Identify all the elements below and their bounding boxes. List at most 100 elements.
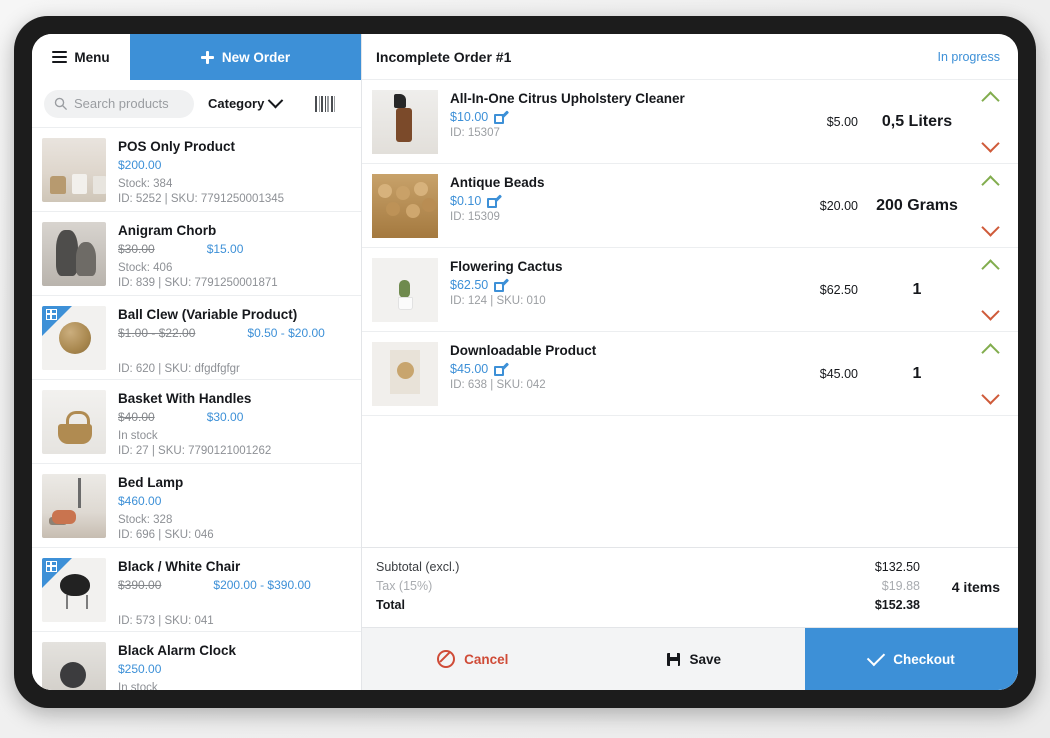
quantity-increase-icon[interactable]	[980, 175, 1000, 194]
order-item-row[interactable]: All-In-One Citrus Upholstery Cleaner $10.…	[362, 80, 1018, 164]
product-name: Ball Clew (Variable Product)	[118, 307, 298, 322]
product-price: $30.00	[206, 410, 244, 424]
quantity-stepper	[976, 258, 1004, 322]
product-stock: Stock: 406	[118, 262, 173, 274]
order-item-line-total: $62.50	[819, 282, 858, 297]
save-button[interactable]: Save	[584, 628, 806, 690]
product-old-price: $1.00 - $22.00	[118, 326, 196, 340]
order-item-price: $0.10	[450, 194, 482, 208]
floppy-disk-icon	[667, 652, 681, 666]
order-item-info: All-In-One Citrus Upholstery Cleaner $10.…	[438, 90, 780, 139]
tax-label: Tax (15%)	[376, 579, 433, 593]
product-list-item[interactable]: Bed Lamp $460.00 Stock: 328 ID: 696 | SKU: …	[32, 464, 361, 548]
order-item-line-total: $20.00	[819, 198, 858, 213]
product-list-item[interactable]: Ball Clew (Variable Product) $1.00 - $22.…	[32, 296, 361, 380]
tax-value: $19.88	[881, 579, 920, 593]
order-item-thumbnail	[372, 258, 438, 322]
product-image	[42, 138, 106, 202]
product-list-item[interactable]: Black Alarm Clock $250.00 In stock	[32, 632, 361, 690]
order-item-row[interactable]: Antique Beads $0.10 ID: 15309 $20.00 200 Gra…	[362, 164, 1018, 248]
order-item-row[interactable]: Flowering Cactus $62.50 ID: 124 | SKU: 010…	[362, 248, 1018, 332]
product-stock: In stock	[118, 430, 158, 442]
order-item-image	[372, 90, 438, 154]
edit-price-icon[interactable]	[494, 361, 510, 376]
quantity-decrease-icon[interactable]	[980, 386, 1000, 405]
menu-button-label: Menu	[74, 49, 110, 65]
order-item-meta: ID: 124 | SKU: 010	[450, 295, 546, 307]
search-box[interactable]	[44, 89, 194, 118]
order-item-image	[372, 258, 438, 322]
cancel-button[interactable]: Cancel	[362, 628, 584, 690]
search-input[interactable]	[74, 96, 184, 111]
quantity-decrease-icon[interactable]	[980, 302, 1000, 321]
product-thumbnail	[42, 138, 106, 202]
hamburger-icon	[52, 51, 68, 63]
product-price-line: $40.00 $30.00	[118, 410, 351, 426]
product-thumbnail	[42, 474, 106, 538]
total-label: Total	[376, 598, 405, 612]
quantity-decrease-icon[interactable]	[980, 134, 1000, 153]
order-item-meta: ID: 15309	[450, 211, 500, 223]
menu-button[interactable]: Menu	[32, 34, 130, 80]
product-list-item[interactable]: Basket With Handles $40.00 $30.00 In stock I…	[32, 380, 361, 464]
product-price-line: $460.00	[118, 494, 351, 510]
order-item-name: All-In-One Citrus Upholstery Cleaner	[450, 91, 685, 106]
product-name: Bed Lamp	[118, 475, 184, 490]
product-thumbnail	[42, 222, 106, 286]
quantity-increase-icon[interactable]	[980, 343, 1000, 362]
product-price-line: $390.00 $200.00 - $390.00	[118, 578, 351, 594]
ban-icon	[437, 650, 456, 668]
order-item-price: $45.00	[450, 362, 489, 376]
order-item-name: Antique Beads	[450, 175, 545, 190]
product-image	[42, 390, 106, 454]
tax-row: Tax (15%) $19.88	[376, 577, 920, 596]
order-item-list: All-In-One Citrus Upholstery Cleaner $10.…	[362, 80, 1018, 547]
order-item-quantity: 200 Grams	[876, 196, 958, 214]
product-old-price: $390.00	[118, 578, 162, 592]
order-item-quantity: 1	[912, 364, 922, 382]
product-old-price: $40.00	[118, 410, 155, 424]
edit-price-icon[interactable]	[494, 277, 510, 292]
edit-price-icon[interactable]	[487, 193, 503, 208]
product-price-line: $250.00	[118, 662, 351, 678]
order-item-price-row: $45.00	[450, 361, 780, 376]
product-thumbnail	[42, 558, 106, 622]
total-row: Total $152.38	[376, 596, 920, 615]
edit-price-icon[interactable]	[494, 109, 510, 124]
category-filter-button[interactable]: Category	[208, 92, 284, 111]
category-filter-label: Category	[208, 96, 265, 111]
order-title: Incomplete Order #1	[376, 48, 512, 65]
order-status-badge[interactable]: In progress	[937, 50, 1000, 64]
order-item-price: $62.50	[450, 278, 489, 292]
quantity-increase-icon[interactable]	[980, 91, 1000, 110]
quantity-decrease-icon[interactable]	[980, 218, 1000, 237]
product-search-row: Category	[32, 80, 361, 128]
order-item-image	[372, 174, 438, 238]
product-list-item[interactable]: POS Only Product $200.00 Stock: 384 ID: 525…	[32, 128, 361, 212]
search-icon	[54, 97, 67, 110]
quantity-increase-icon[interactable]	[980, 259, 1000, 278]
plus-icon	[200, 50, 214, 64]
barcode-scan-icon[interactable]	[315, 95, 335, 112]
product-image	[42, 474, 106, 538]
product-list-item[interactable]: Anigram Chorb $30.00 $15.00 Stock: 406 ID: 8…	[32, 212, 361, 296]
product-list-item[interactable]: Black / White Chair $390.00 $200.00 - $390…	[32, 548, 361, 632]
product-meta: ID: 573 | SKU: 041	[118, 615, 214, 627]
check-icon	[867, 647, 886, 667]
order-item-quantity: 1	[912, 280, 922, 298]
checkout-button[interactable]: Checkout	[805, 628, 1018, 690]
product-name: Basket With Handles	[118, 391, 252, 406]
cancel-button-label: Cancel	[464, 651, 509, 667]
subtotal-row: Subtotal (excl.) $132.50	[376, 558, 920, 577]
product-stock: In stock	[118, 682, 158, 690]
order-item-price: $10.00	[450, 110, 489, 124]
product-name: Black / White Chair	[118, 559, 241, 574]
order-item-name: Downloadable Product	[450, 343, 597, 358]
subtotal-value: $132.50	[874, 560, 920, 574]
new-order-button[interactable]: New Order	[130, 34, 361, 80]
quantity-stepper	[976, 90, 1004, 154]
product-list[interactable]: POS Only Product $200.00 Stock: 384 ID: 525…	[32, 128, 361, 690]
order-item-row[interactable]: Downloadable Product $45.00 ID: 638 | SKU:…	[362, 332, 1018, 416]
product-price-line: $30.00 $15.00	[118, 242, 351, 258]
product-price: $200.00	[118, 158, 162, 172]
